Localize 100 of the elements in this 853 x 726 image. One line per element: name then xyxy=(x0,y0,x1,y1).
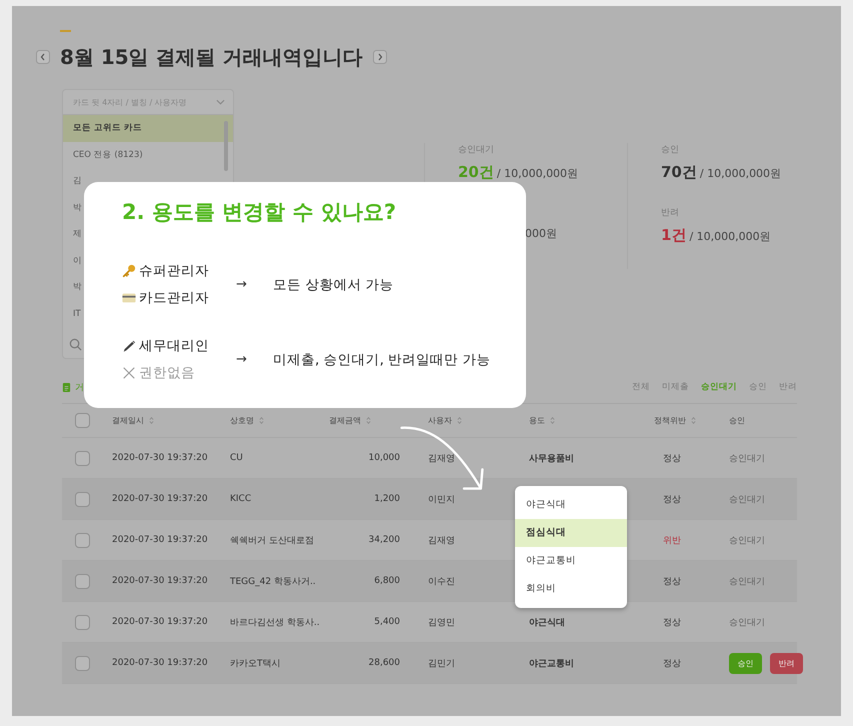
table-cell: 김영민 xyxy=(428,618,455,628)
page-title: 8월 15일 결제될 거래내역입니다 xyxy=(60,44,363,70)
table-cell: 김민기 xyxy=(428,658,455,668)
previous-icon[interactable] xyxy=(36,50,50,64)
table-cell: KICC xyxy=(230,494,252,504)
table-cell: 정상 xyxy=(663,576,681,586)
sort-icon[interactable] xyxy=(457,416,462,425)
table-cell[interactable]: 사무용품비 xyxy=(529,454,574,464)
filter-tab[interactable]: 미제출 xyxy=(662,381,689,393)
checkbox[interactable] xyxy=(74,532,90,548)
stat-amount: / 10,000,000원 xyxy=(700,166,782,181)
table-cell: 이수진 xyxy=(428,576,455,586)
filter-tab[interactable]: 반려 xyxy=(779,381,797,393)
table-cell-text: 승인대기 xyxy=(729,452,765,464)
permission-text: 모든 상황에서 가능 xyxy=(273,276,394,294)
table-cell: 28,600 xyxy=(368,658,400,668)
table-cell-text: 승인대기 xyxy=(729,616,765,628)
checkbox[interactable] xyxy=(74,614,90,630)
sort-icon[interactable] xyxy=(691,416,696,425)
permission-text: 미제출, 승인대기, 반려일때만 가능 xyxy=(273,350,490,368)
key-icon xyxy=(122,264,136,278)
table-cell: 김재영 xyxy=(428,536,455,546)
table-cell: 5,400 xyxy=(374,617,400,627)
next-icon[interactable] xyxy=(372,50,387,64)
approve-button[interactable]: 승인 xyxy=(729,652,762,674)
sort-icon[interactable] xyxy=(366,416,371,425)
stat-count: 1건 xyxy=(661,226,686,245)
table-cell[interactable]: 야근식대 xyxy=(529,618,565,628)
purpose-option[interactable]: 야근교통비 xyxy=(515,547,627,575)
stat-label: 승인대기 xyxy=(458,144,495,157)
stat-count: 20건 xyxy=(458,163,494,182)
checkbox[interactable] xyxy=(74,450,90,466)
purpose-option[interactable]: 회의비 xyxy=(515,575,627,603)
column-header: 결제일시 xyxy=(112,415,144,426)
search-icon xyxy=(69,338,82,350)
role-label: 권한없음 xyxy=(139,364,195,382)
filter-tab[interactable]: 승인 xyxy=(749,381,767,393)
card-option[interactable]: CEO 전용 (8123) xyxy=(63,142,233,168)
checkbox[interactable] xyxy=(74,656,90,670)
sort-icon[interactable] xyxy=(550,416,555,425)
sort-icon[interactable] xyxy=(149,416,154,425)
stat-label: 반려 xyxy=(661,207,680,220)
sort-icon[interactable] xyxy=(259,416,264,425)
table-cell: 2020-07-30 19:37:20 xyxy=(112,576,208,586)
column-header: 결제금액 xyxy=(329,415,361,426)
table-cell: 34,200 xyxy=(368,535,400,545)
table-cell: CU xyxy=(230,453,243,463)
cross-icon xyxy=(122,366,136,380)
table-cell: 김재영 xyxy=(428,454,455,464)
table-cell: 6,800 xyxy=(374,576,400,586)
table-cell: 2020-07-30 19:37:20 xyxy=(112,617,208,627)
arrow-symbol: → xyxy=(236,352,248,367)
stat-amount: 000원 xyxy=(525,226,557,241)
table-cell: 10,000 xyxy=(368,453,400,463)
column-header: 정책위반 xyxy=(654,415,686,426)
dialog-title: 2. 용도를 변경할 수 있나요? xyxy=(122,199,398,226)
table-cell: 쉑쉑버거 도산대로점 xyxy=(230,536,314,546)
reject-button[interactable]: 반려 xyxy=(770,652,803,674)
table-cell: 정상 xyxy=(663,618,681,628)
checkbox[interactable] xyxy=(74,492,90,506)
stat-label: 승인 xyxy=(661,144,680,157)
arrow-symbol: → xyxy=(236,277,248,292)
table-cell: 카카오T택시 xyxy=(230,658,280,668)
table-cell: 정상 xyxy=(663,658,681,668)
table-cell: 2020-07-30 19:37:20 xyxy=(112,535,208,545)
purpose-option[interactable]: 점심식대 xyxy=(515,519,627,547)
stat-amount: / 10,000,000원 xyxy=(496,166,578,181)
table-cell[interactable]: 야근교통비 xyxy=(529,658,574,668)
section-title: 거 xyxy=(75,382,84,394)
card-option[interactable]: 모든 고위드 카드 xyxy=(63,115,233,142)
document-icon xyxy=(62,382,71,392)
column-header: 상호명 xyxy=(230,415,254,426)
table-cell: 정상 xyxy=(663,494,681,504)
table-cell: TEGG_42 학동사거.. xyxy=(230,576,316,586)
table-cell: 2020-07-30 19:37:20 xyxy=(112,453,208,463)
table-cell: 위반 xyxy=(663,536,681,546)
table-cell: 바르다김선생 학동사.. xyxy=(230,618,320,628)
table-cell: 이민지 xyxy=(428,494,455,504)
role-label: 세무대리인 xyxy=(139,337,209,355)
stat-amount: / 10,000,000원 xyxy=(689,229,771,244)
filter-tab[interactable]: 전체 xyxy=(632,381,650,393)
table-cell-text: 승인대기 xyxy=(729,494,765,506)
role-label: 슈퍼관리자 xyxy=(139,262,209,280)
chevron-down-icon xyxy=(216,99,225,105)
card-icon xyxy=(122,291,136,305)
table-cell-text: 승인대기 xyxy=(729,576,765,588)
purpose-option[interactable]: 야근식대 xyxy=(515,491,627,519)
table-cell: 2020-07-30 19:37:20 xyxy=(112,658,208,668)
table-cell: 2020-07-30 19:37:20 xyxy=(112,494,208,504)
role-label: 카드관리자 xyxy=(139,289,209,307)
table-cell: 1,200 xyxy=(374,494,400,504)
table-cell-text: 승인대기 xyxy=(729,534,765,546)
column-header: 사용자 xyxy=(428,415,452,426)
column-header: 승인 xyxy=(729,415,745,426)
table-cell: 정상 xyxy=(663,454,681,464)
checkbox[interactable] xyxy=(74,413,90,428)
stat-count: 70건 xyxy=(661,163,697,182)
checkbox[interactable] xyxy=(74,574,90,588)
column-header: 용도 xyxy=(529,415,545,426)
pen-icon xyxy=(122,339,136,353)
